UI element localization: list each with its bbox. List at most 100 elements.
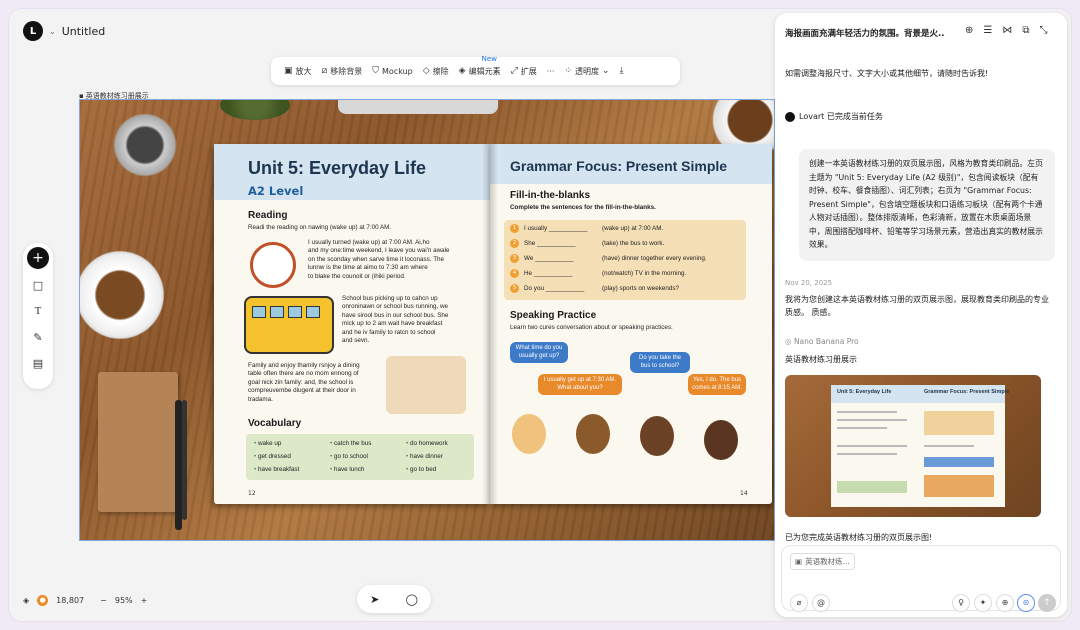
reading-intro: Readi the reading on nawing (wake up) at…	[248, 224, 392, 231]
speech-bubble: Do you take the bus to school?	[630, 352, 690, 373]
laptop-illustration	[338, 100, 498, 114]
notebook-illustration	[98, 372, 178, 512]
rectangle-tool-icon[interactable]: □	[23, 279, 53, 292]
model-label: ◎ Nano Banana Pro	[785, 337, 859, 346]
lovart-logo[interactable]: L	[23, 21, 43, 41]
text-tool-icon[interactable]: T	[23, 305, 53, 317]
assistant-reply: 我将为您创建这本英语教材练习册的双页展示图，展现教育类印刷品的专业质感。 质感。	[785, 295, 1049, 317]
opacity-button[interactable]: ⁘ 透明度 ⌄	[559, 57, 614, 85]
mockup-button[interactable]: ⛉ Mockup	[367, 57, 418, 85]
zoom-level[interactable]: 95%	[115, 596, 133, 605]
level-label: A2 Level	[248, 184, 304, 198]
eraser-icon: ◇	[422, 66, 430, 76]
canvas-image[interactable]: Unit 5: Everyday Life A2 Level Reading R…	[79, 99, 775, 541]
grammar-title: Grammar Focus: Present Simple	[510, 158, 728, 174]
unit-title: Unit 5: Everyday Life	[248, 158, 427, 178]
spark-icon[interactable]: ✦	[974, 594, 992, 612]
attachment-chip[interactable]: ▣ 英语教材练...	[790, 553, 855, 570]
bottom-status-bar: ◈ ● 18,807 − 95% +	[23, 595, 147, 606]
page-number-left: 12	[248, 490, 256, 497]
lovart-logo-icon	[785, 111, 795, 122]
reading-heading: Reading	[248, 210, 288, 221]
pen-tool-icon[interactable]: ✎	[23, 331, 53, 344]
result-thumbnail[interactable]: Unit 5: Everyday Life Grammar Focus: Pre…	[785, 375, 1041, 517]
layers-icon[interactable]: ◈	[23, 596, 29, 605]
zoom-button[interactable]: ▣ 放大	[279, 57, 317, 85]
pointer-tool-icon[interactable]: ➤	[370, 593, 379, 606]
mention-icon[interactable]: @	[812, 594, 830, 612]
reading-paragraph-2: School bus picking up to cahcn up onroni…	[342, 295, 449, 345]
speech-bubble: Yes, I do. The bus comes at 8:15 AM.	[688, 374, 746, 395]
collapse-icon[interactable]: ⤡	[1040, 25, 1048, 36]
left-tool-rail: + □ T ✎ ▤	[23, 243, 53, 389]
left-page: Unit 5: Everyday Life A2 Level Reading R…	[214, 144, 490, 504]
book-spine	[482, 144, 498, 504]
opacity-icon: ⁘	[564, 66, 572, 76]
speaking-intro: Learn two cures conversation about or sp…	[510, 324, 673, 331]
share-icon[interactable]: ⋈	[1002, 25, 1012, 36]
attach-icon[interactable]: ⌀	[790, 594, 808, 612]
settings-icon[interactable]: ⊛	[1017, 594, 1035, 612]
chat-header-actions: ⊕ ☰ ⋈ ⧉ ⤡	[965, 25, 1048, 36]
vocabulary-heading: Vocabulary	[248, 418, 302, 429]
image-toolbar: ▣ 放大 ⧄ 移除背景 ⛉ Mockup ◇ 擦除 ◈ 编辑元素 New ⤢ 扩展 ··· ⁘…	[271, 55, 680, 85]
chat-input[interactable]: ▣ 英语教材练... ⌀ @ ♀ ✦ ⊕ ⊛ ↑	[781, 545, 1061, 612]
expand-icon: ⤢	[510, 66, 518, 76]
pen-illustration	[175, 400, 182, 530]
fill-heading: Fill-in-the-blanks	[510, 190, 590, 201]
assistant-message: 如需调整海报尺寸、文字大小或其他细节，请随时告诉我!	[785, 69, 989, 78]
document-title[interactable]: Untitled	[62, 25, 106, 38]
thumb-left-page: Unit 5: Everyday Life	[831, 385, 918, 507]
clock-illustration	[250, 242, 296, 288]
edit-elements-button[interactable]: ◈ 编辑元素 New	[454, 55, 506, 85]
chevron-down-icon: ⌄	[601, 66, 610, 76]
speech-bubble: What time do you usually get up?	[510, 342, 568, 363]
reading-paragraph-1: I usually turned (wake up) at 7:00 AM. A…	[308, 239, 450, 280]
school-bus-illustration	[244, 296, 334, 354]
vocabulary-list: wake up catch the bus do homework get dr…	[246, 434, 474, 480]
idea-icon[interactable]: ♀	[952, 594, 970, 612]
history-icon[interactable]: ☰	[983, 25, 992, 36]
remove-bg-icon: ⧄	[321, 66, 328, 76]
expand-button[interactable]: ⤢ 扩展	[506, 57, 542, 85]
message-date: Nov 20, 2025	[785, 279, 833, 287]
new-chat-icon[interactable]: ⊕	[965, 25, 973, 36]
layout-tool-icon[interactable]: ▤	[23, 357, 53, 370]
cartoon-boy-illustration	[640, 416, 674, 456]
expand-panel-icon[interactable]: ⧉	[1022, 25, 1029, 36]
speech-bubble: I usually get up at 7:30 AM. What about …	[538, 374, 622, 395]
more-button[interactable]: ···	[542, 57, 560, 85]
open-textbook: Unit 5: Everyday Life A2 Level Reading R…	[214, 144, 774, 514]
comment-tool-icon[interactable]: ◯	[406, 593, 418, 606]
zoom-in-button[interactable]: +	[141, 596, 148, 605]
remove-background-button[interactable]: ⧄ 移除背景	[317, 57, 368, 85]
fill-in-blanks-box: 1 I usually ___________ (wake up) at 7:0…	[504, 220, 746, 300]
download-icon: ⤓	[619, 66, 624, 76]
chevron-down-icon[interactable]: ⌄	[49, 27, 56, 36]
speaking-heading: Speaking Practice	[510, 310, 597, 321]
erase-button[interactable]: ◇ 擦除	[418, 57, 454, 85]
send-button[interactable]: ↑	[1038, 594, 1056, 612]
cartoon-girl-illustration	[512, 414, 546, 454]
completion-message: 已为您完成英语教材练习册的双页展示图!	[785, 533, 933, 542]
layers-icon: ◈	[458, 66, 466, 76]
result-label: 英语教材练习册展示	[785, 355, 857, 364]
chat-panel: 海报画面充满年轻活力的氛围。背景是火... ⊕ ☰ ⋈ ⧉ ⤡ 如需调整海报尺寸…	[775, 13, 1067, 617]
pen-illustration	[182, 400, 187, 520]
zoom-out-button[interactable]: −	[100, 596, 107, 605]
top-left-bar: L ⌄ Untitled	[23, 21, 105, 41]
page-number-right: 14	[740, 490, 748, 497]
cartoon-boy-illustration	[576, 414, 610, 454]
globe-icon[interactable]: ⊕	[996, 594, 1014, 612]
image-icon: ▣	[795, 557, 803, 566]
pencil-cup-illustration	[110, 110, 180, 180]
app-window: L ⌄ Untitled ▣ 放大 ⧄ 移除背景 ⛉ Mockup ◇ 擦除 ◈ 编辑元素…	[8, 8, 1072, 622]
family-dinner-illustration	[386, 356, 466, 414]
credits-count[interactable]: 18,807	[56, 596, 84, 605]
credits-coin-icon: ●	[37, 595, 49, 606]
new-badge: New	[481, 55, 497, 63]
model-icon: ◎	[785, 337, 794, 346]
download-button[interactable]: ⤓	[615, 57, 629, 85]
right-page: Grammar Focus: Present Simple Fill-in-th…	[490, 144, 772, 504]
add-button[interactable]: +	[27, 247, 49, 269]
